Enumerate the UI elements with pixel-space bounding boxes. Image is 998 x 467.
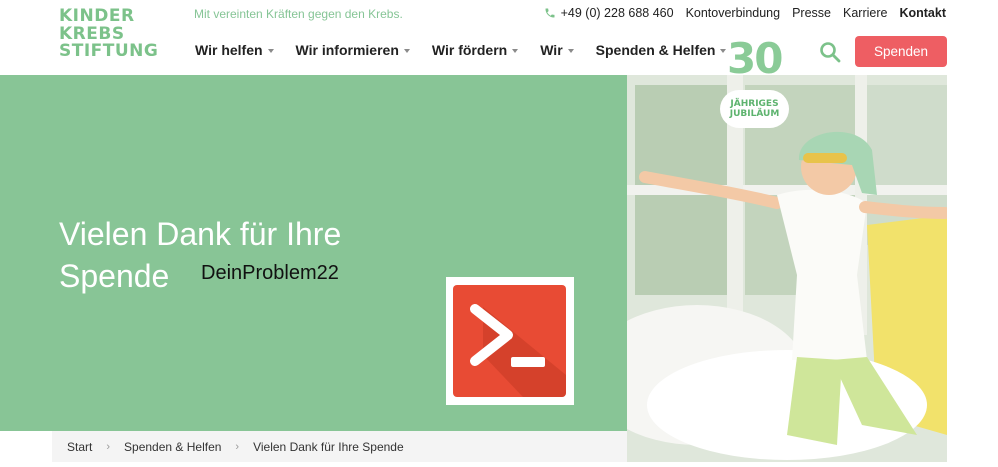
terminal-icon — [453, 285, 566, 397]
site-header: KINDER KREBS STIFTUNG Mit vereinten Kräf… — [0, 0, 998, 75]
powershell-logo — [446, 277, 574, 405]
caret-down-icon — [403, 48, 410, 53]
breadcrumb-item-spenden-helfen[interactable]: Spenden & Helfen — [124, 440, 221, 454]
chevron-right-icon: › — [106, 440, 111, 453]
caret-down-icon — [567, 48, 574, 53]
nav-item-wir[interactable]: Wir — [540, 42, 574, 58]
caret-down-icon — [512, 48, 519, 53]
chevron-right-icon: › — [235, 440, 240, 453]
nav-label: Wir informieren — [295, 42, 399, 58]
logo-line-3: STIFTUNG — [59, 41, 159, 61]
top-bar: +49 (0) 228 688 460 Kontoverbindung Pres… — [544, 6, 946, 20]
right-margin — [947, 75, 998, 467]
topbar-link-karriere[interactable]: Karriere — [843, 6, 887, 20]
hero-image-child-superhero — [627, 75, 947, 462]
overlay-username: DeinProblem22 — [201, 262, 339, 284]
nav-item-spenden-helfen[interactable]: Spenden & Helfen — [596, 42, 727, 58]
donate-button[interactable]: Spenden — [855, 36, 947, 67]
topbar-link-presse[interactable]: Presse — [792, 6, 831, 20]
breadcrumb-item-start[interactable]: Start — [67, 440, 92, 454]
logo-line-1: KINDER — [59, 6, 135, 26]
nav-label: Spenden & Helfen — [595, 42, 716, 58]
kinderkrebsstiftung-logo[interactable]: KINDER KREBS STIFTUNG — [59, 6, 159, 64]
jubilee-line-1: JÄHRIGES — [730, 99, 779, 109]
caret-down-icon — [267, 48, 274, 53]
main-nav: Wir helfen Wir informieren Wir fördern W… — [195, 42, 727, 58]
breadcrumb-item-current: Vielen Dank für Ihre Spende — [253, 439, 404, 454]
nav-label: Wir fördern — [431, 42, 508, 58]
phone-link[interactable]: +49 (0) 228 688 460 — [544, 6, 674, 20]
topbar-link-kontakt[interactable]: Kontakt — [899, 6, 946, 20]
phone-number: +49 (0) 228 688 460 — [560, 6, 674, 20]
search-button[interactable] — [818, 40, 842, 64]
phone-icon — [545, 8, 555, 18]
nav-item-wir-informieren[interactable]: Wir informieren — [296, 42, 410, 58]
nav-label: Wir helfen — [195, 42, 263, 58]
jubilee-line-2: JUBILÄUM — [729, 109, 780, 119]
nav-item-wir-foerdern[interactable]: Wir fördern — [431, 42, 519, 58]
jubilee-number: 30 — [727, 34, 783, 83]
nav-label: Wir — [540, 42, 563, 58]
search-icon — [820, 42, 841, 63]
breadcrumb: Start › Spenden & Helfen › Vielen Dank f… — [52, 431, 627, 462]
nav-item-wir-helfen[interactable]: Wir helfen — [195, 42, 274, 58]
tagline: Mit vereinten Kräften gegen den Krebs. — [194, 7, 403, 21]
jubilee-badge: 30 JÄHRIGES JUBILÄUM — [719, 35, 791, 130]
jubilee-label: JÄHRIGES JUBILÄUM — [720, 90, 789, 128]
topbar-link-kontoverbindung[interactable]: Kontoverbindung — [686, 6, 781, 20]
